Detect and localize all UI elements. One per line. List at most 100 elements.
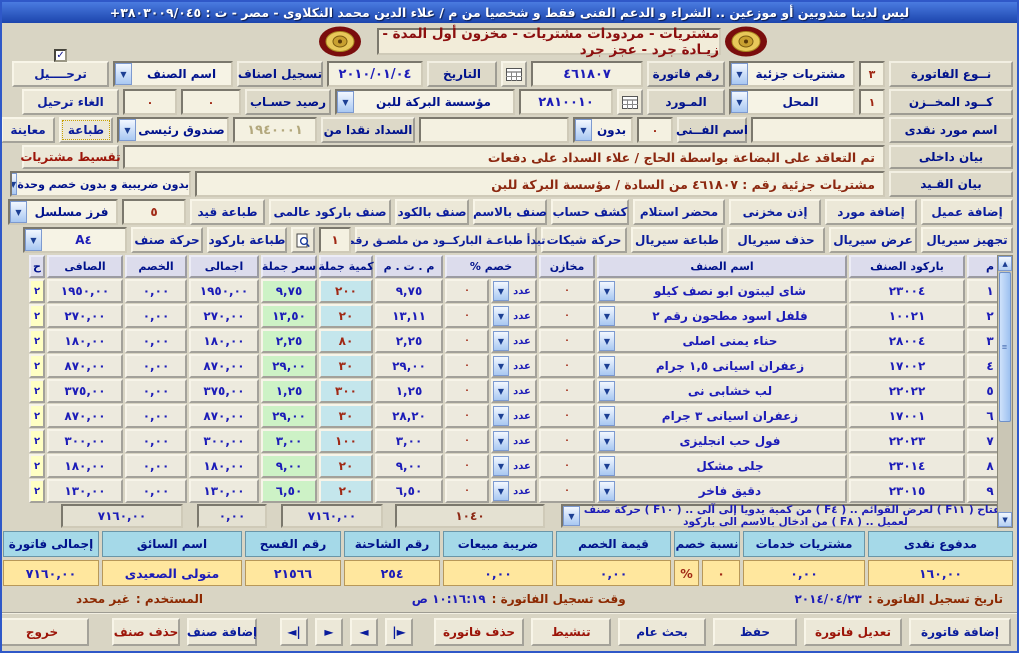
chevron-down-icon[interactable]: ▼ — [599, 481, 615, 501]
add-customer-button[interactable]: إضافة عميل — [921, 199, 1013, 225]
mtm-cell[interactable]: ١,٢٥ — [375, 379, 443, 403]
table-row[interactable]: ٣ ٢٨٠٠٤ حناء يمنى اصلى ▼ ٠ عدد ▼ ٠ ٢,٢٥ … — [24, 329, 1013, 353]
barcode-cell[interactable]: ٢٣٠١٤ — [849, 454, 965, 478]
item-movement-button[interactable]: حركة صنف — [131, 227, 203, 253]
print-entry-button[interactable]: طباعة قيد — [190, 199, 265, 225]
item-by-name-button[interactable]: صنف بالاسم — [473, 199, 547, 225]
barcode-cell[interactable]: ٢٨٠٠٤ — [849, 329, 965, 353]
wholesale-qty-cell[interactable]: ٢٠٠ — [319, 279, 373, 303]
barcode-cell[interactable]: ١٧٠٠٢ — [849, 354, 965, 378]
add-invoice-button[interactable]: إضافة فاتورة — [909, 618, 1011, 646]
installment-purchases-button[interactable]: تقسيط مشتريات — [22, 145, 119, 169]
add-supplier-button[interactable]: إضافة مورد — [825, 199, 917, 225]
edit-invoice-button[interactable]: تعديل فاتورة — [804, 618, 902, 646]
chevron-down-icon[interactable]: ▼ — [493, 281, 509, 301]
discount-value-value[interactable]: ٠,٠٠ — [556, 560, 671, 586]
nav-first-record-button[interactable]: |◄ — [280, 618, 308, 646]
table-row[interactable]: ٩ ٢٣٠١٥ دقيق فاخر ▼ ٠ عدد ▼ ٠ ٦,٥٠ ٢٠ ٦,… — [24, 479, 1013, 503]
store-permit-button[interactable]: إذن مخزنى — [729, 199, 821, 225]
discount-pct-cell[interactable]: ٠ — [445, 379, 489, 403]
wholesale-qty-cell[interactable]: ٢٠ — [319, 479, 373, 503]
barcode-preview-button[interactable] — [291, 227, 315, 253]
stores-cell[interactable]: ٠ — [539, 304, 595, 328]
barcode-cell[interactable]: ٢٢٠٢٢ — [849, 379, 965, 403]
service-purchases-value[interactable]: ٠,٠٠ — [743, 560, 865, 586]
chevron-down-icon[interactable]: ▼ — [25, 229, 42, 251]
table-scrollbar[interactable]: ▲ ≡ ▼ — [997, 255, 1013, 528]
wholesale-qty-cell[interactable]: ٢٠ — [319, 454, 373, 478]
warehouse-combo[interactable]: المحل ▼ — [729, 89, 855, 115]
sort-combo[interactable]: فرز مسلسل ▼ — [8, 199, 118, 225]
chevron-down-icon[interactable]: ▼ — [599, 431, 615, 451]
chevron-down-icon[interactable]: ▼ — [493, 306, 509, 326]
wholesale-price-cell[interactable]: ٣,٠٠ — [261, 429, 317, 453]
unit-combo-cell[interactable]: عدد ▼ — [491, 304, 537, 328]
unit-combo-cell[interactable]: عدد ▼ — [491, 429, 537, 453]
print-button[interactable]: طباعة — [59, 117, 113, 143]
mtm-cell[interactable]: ٦,٥٠ — [375, 479, 443, 503]
chevron-down-icon[interactable]: ▼ — [493, 406, 509, 426]
item-name-cell[interactable]: فول حب انجليزى ▼ — [597, 429, 847, 453]
item-name-combo[interactable]: اسم الصنف ▼ — [113, 61, 233, 87]
preview-button[interactable]: معاينة — [1, 117, 55, 143]
unit-combo-cell[interactable]: عدد ▼ — [491, 279, 537, 303]
table-row[interactable]: ٥ ٢٢٠٢٢ لب خشابى نى ▼ ٠ عدد ▼ ٠ ١,٢٥ ٣٠٠… — [24, 379, 1013, 403]
cashbox-combo[interactable]: صندوق رئيسى ▼ — [117, 117, 229, 143]
chevron-down-icon[interactable]: ▼ — [599, 456, 615, 476]
item-name-cell[interactable]: فلفل اسود مطحون رقم ٢ ▼ — [597, 304, 847, 328]
item-name-cell[interactable]: جلى مشكل ▼ — [597, 454, 847, 478]
barcode-cell[interactable]: ٢٣٠١٥ — [849, 479, 965, 503]
wholesale-price-cell[interactable]: ٢,٢٥ — [261, 329, 317, 353]
cash-supplier-field[interactable] — [751, 117, 885, 143]
prepare-serial-button[interactable]: تجهيز سيريال — [921, 227, 1013, 253]
general-search-button[interactable]: بحث عام — [618, 618, 706, 646]
chevron-down-icon[interactable]: ▼ — [563, 506, 580, 526]
account-statement-button[interactable]: كشف حساب — [551, 199, 629, 225]
chevron-down-icon[interactable]: ▼ — [493, 431, 509, 451]
chevron-down-icon[interactable]: ▼ — [599, 306, 615, 326]
table-row[interactable]: ٤ ١٧٠٠٢ زعفران اسيانى ١,٥ جرام ▼ ٠ عدد ▼… — [24, 354, 1013, 378]
chevron-down-icon[interactable]: ▼ — [493, 356, 509, 376]
chevron-down-icon[interactable]: ▼ — [731, 63, 748, 85]
barcode-start-label-button[interactable]: تبدأ طباعـة الباركــود من ملصـق رقم — [355, 227, 537, 253]
chevron-down-icon[interactable]: ▼ — [493, 381, 509, 401]
option-checkbox[interactable]: ✓ — [54, 49, 67, 62]
chevron-down-icon[interactable]: ▼ — [119, 119, 136, 141]
discount-pct-cell[interactable]: ٠ — [445, 404, 489, 428]
chevron-down-icon[interactable]: ▼ — [599, 381, 615, 401]
scroll-down-icon[interactable]: ▼ — [998, 512, 1012, 527]
unit-combo-cell[interactable]: عدد ▼ — [491, 354, 537, 378]
mtm-cell[interactable]: ١٣,١١ — [375, 304, 443, 328]
wholesale-price-cell[interactable]: ٦,٥٠ — [261, 479, 317, 503]
stores-cell[interactable]: ٠ — [539, 479, 595, 503]
chevron-down-icon[interactable]: ▼ — [599, 406, 615, 426]
chevron-down-icon[interactable]: ▼ — [731, 91, 748, 113]
item-name-cell[interactable]: لب خشابى نى ▼ — [597, 379, 847, 403]
chevron-down-icon[interactable]: ▼ — [337, 91, 354, 113]
show-serial-button[interactable]: عرض سيريال — [829, 227, 917, 253]
discount-pct-cell[interactable]: ٠ — [445, 454, 489, 478]
wholesale-qty-cell[interactable]: ٢٠ — [319, 304, 373, 328]
mtm-cell[interactable]: ٩,٧٥ — [375, 279, 443, 303]
mtm-cell[interactable]: ٢,٢٥ — [375, 329, 443, 353]
table-row[interactable]: ١ ٢٣٠٠٤ شاى ليبتون ابو نصف كيلو ▼ ٠ عدد … — [24, 279, 1013, 303]
date-picker-button[interactable] — [501, 61, 527, 87]
discount-pct-cell[interactable]: ٠ — [445, 479, 489, 503]
chevron-down-icon[interactable]: ▼ — [493, 456, 509, 476]
warehouse-code-field[interactable]: ١ — [859, 89, 885, 115]
mtm-cell[interactable]: ٢٨,٢٠ — [375, 404, 443, 428]
wholesale-price-cell[interactable]: ١٣,٥٠ — [261, 304, 317, 328]
technician-combo[interactable]: بدون ▼ — [573, 117, 633, 143]
discount-pct-cell[interactable]: ٠ — [445, 429, 489, 453]
table-row[interactable]: ٨ ٢٣٠١٤ جلى مشكل ▼ ٠ عدد ▼ ٠ ٩,٠٠ ٢٠ ٩,٠… — [24, 454, 1013, 478]
item-name-cell[interactable]: زعفران اسيانى ٣ جرام ▼ — [597, 404, 847, 428]
item-name-cell[interactable]: شاى ليبتون ابو نصف كيلو ▼ — [597, 279, 847, 303]
cheque-movement-button[interactable]: حركة شيكات — [541, 227, 627, 253]
scrollbar-thumb[interactable]: ≡ — [999, 272, 1011, 422]
mtm-cell[interactable]: ٩,٠٠ — [375, 454, 443, 478]
wholesale-qty-cell[interactable]: ٣٠ — [319, 354, 373, 378]
post-button[interactable]: ترحــــيل — [12, 61, 109, 87]
date-field[interactable]: ٢٠١٠/٠١/٠٤ — [327, 61, 423, 87]
delete-item-button[interactable]: حذف صنف — [112, 618, 180, 646]
barcode-cell[interactable]: ١٧٠٠١ — [849, 404, 965, 428]
